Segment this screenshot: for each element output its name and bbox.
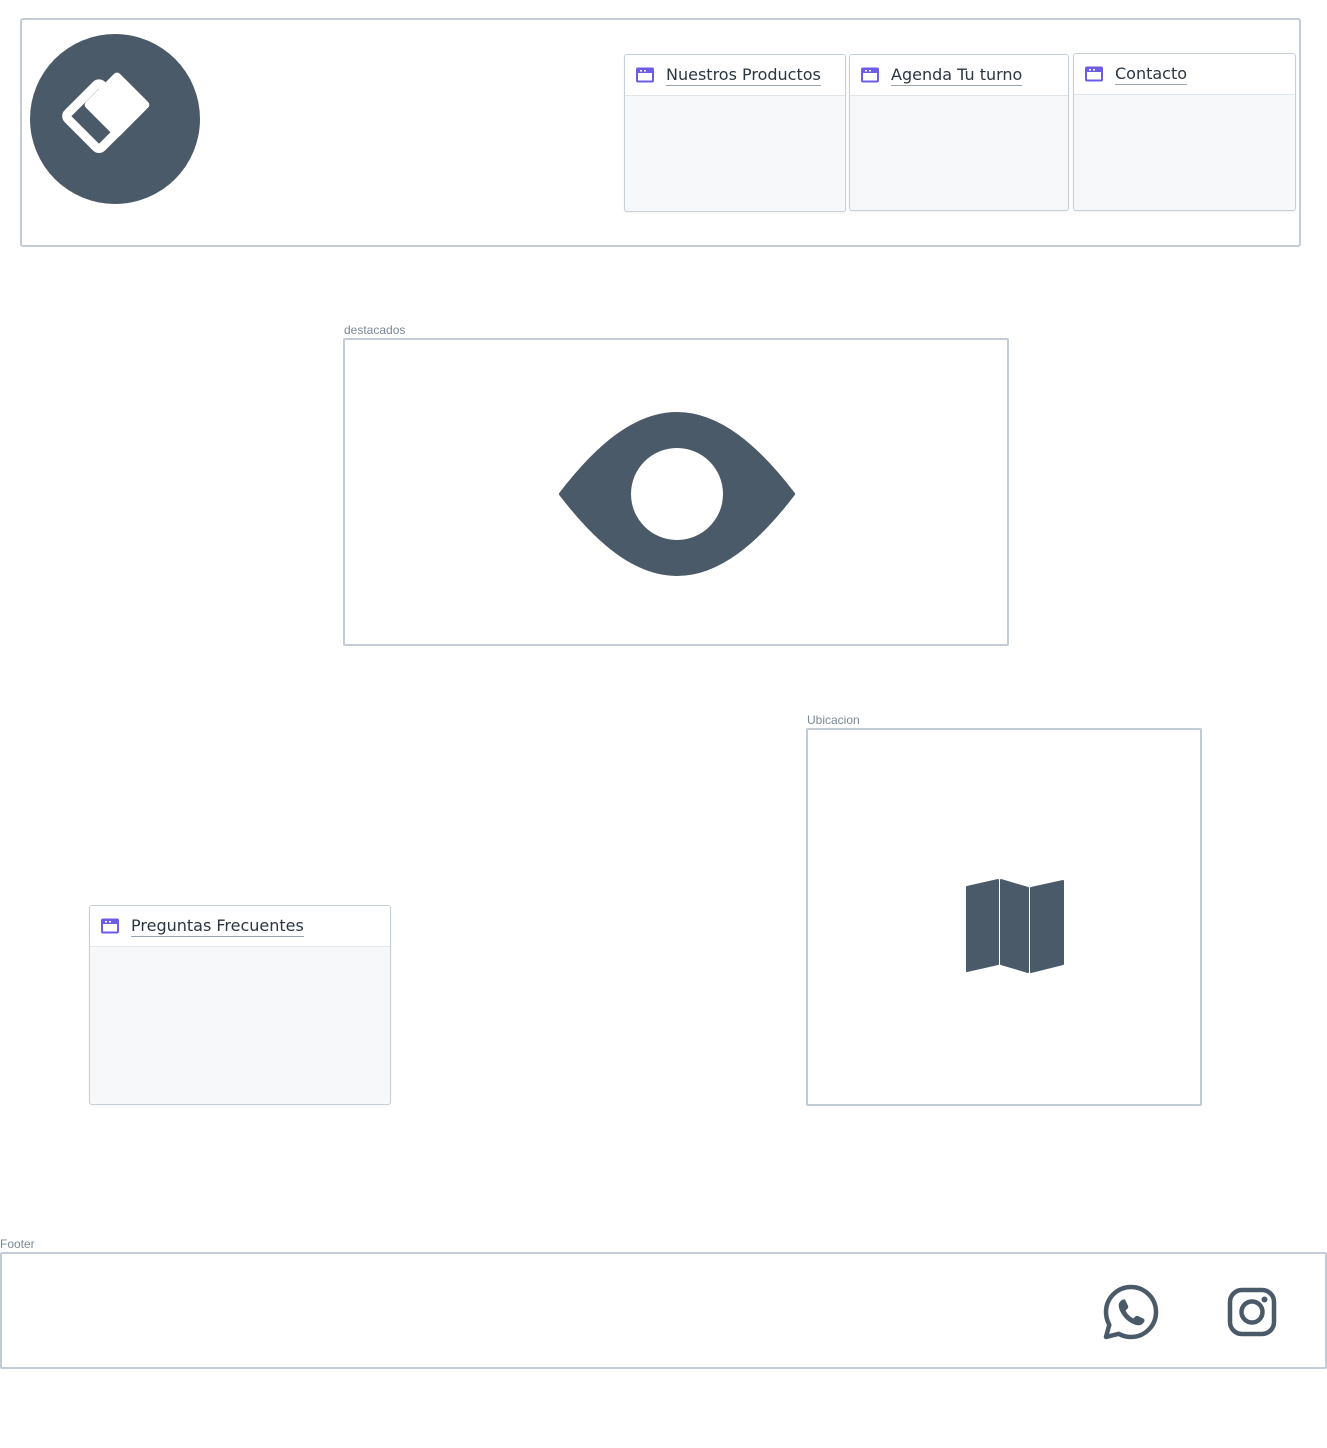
ubicacion-container[interactable] (806, 728, 1202, 1106)
diamond-logo-icon (62, 72, 150, 153)
browser-window-icon (1085, 66, 1103, 82)
nav-card-agenda-tu-turno[interactable]: Agenda Tu turno (849, 54, 1069, 211)
card-header: Preguntas Frecuentes (90, 906, 390, 947)
nav-card-contacto[interactable]: Contacto (1073, 53, 1296, 211)
faq-card[interactable]: Preguntas Frecuentes (89, 905, 391, 1105)
nav-link-preguntas-frecuentes[interactable]: Preguntas Frecuentes (131, 916, 304, 937)
whatsapp-icon[interactable] (1102, 1283, 1160, 1341)
nav-link-contacto[interactable]: Contacto (1115, 64, 1188, 85)
browser-window-icon (636, 67, 654, 83)
map-icon (966, 879, 1064, 973)
destacados-caption: destacados (344, 323, 406, 337)
instagram-icon[interactable] (1226, 1286, 1278, 1338)
destacados-container[interactable] (343, 338, 1009, 646)
browser-window-icon (861, 67, 879, 83)
eye-icon (559, 412, 795, 576)
card-header: Agenda Tu turno (850, 55, 1068, 96)
footer-caption: Footer (0, 1237, 35, 1251)
browser-window-icon (101, 918, 119, 934)
card-header: Nuestros Productos (625, 55, 845, 96)
ubicacion-caption: Ubicacion (807, 713, 860, 727)
nav-card-nuestros-productos[interactable]: Nuestros Productos (624, 54, 846, 212)
footer-container (0, 1252, 1327, 1369)
nav-link-agenda-tu-turno[interactable]: Agenda Tu turno (891, 65, 1023, 86)
nav-link-nuestros-productos[interactable]: Nuestros Productos (666, 65, 821, 86)
logo[interactable] (30, 34, 200, 204)
card-header: Contacto (1074, 54, 1295, 95)
